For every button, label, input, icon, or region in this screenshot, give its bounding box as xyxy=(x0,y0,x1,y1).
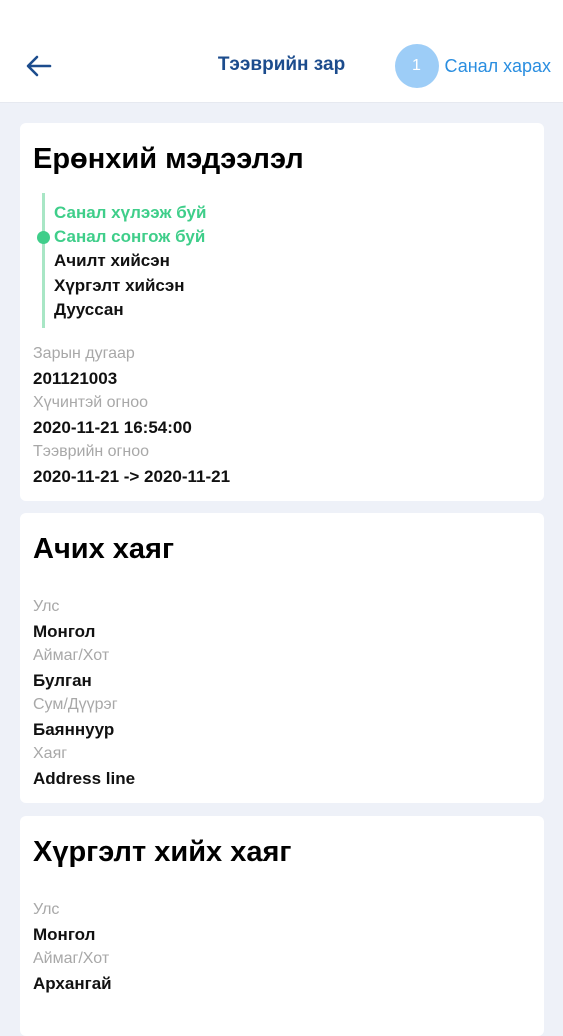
delivery-address-card: Хүргэлт хийх хаяг Улс Монгол Аймаг/Хот А… xyxy=(20,816,544,1036)
transport-date-label: Тээврийн огноо xyxy=(33,443,150,460)
province-value: Булган xyxy=(33,671,92,690)
country-value: Монгол xyxy=(33,925,96,944)
pickup-address-card: Ачих хаяг Улс Монгол Аймаг/Хот Булган Су… xyxy=(20,513,544,803)
address-value: Address line xyxy=(33,769,136,788)
country-value: Монгол xyxy=(33,622,96,641)
ad-number-value: 201121003 xyxy=(33,369,118,388)
view-offers-button[interactable]: 1 Санал харах xyxy=(394,44,552,88)
status-step: Санал сонгож буй xyxy=(54,227,206,246)
general-info-card: Ерөнхий мэдээлэл Санал хүлээж буй Санал … xyxy=(20,123,544,501)
transport-date-value: 2020-11-21 -> 2020-11-21 xyxy=(33,467,231,486)
back-button[interactable] xyxy=(22,50,56,82)
current-status-dot-icon xyxy=(37,231,50,244)
province-value: Архангай xyxy=(33,974,112,993)
valid-date-label: Хүчинтэй огноо xyxy=(33,394,149,411)
district-label: Сум/Дүүрэг xyxy=(33,696,118,713)
district-value: Баяннуур xyxy=(33,720,115,739)
status-timeline: Санал хүлээж буй Санал сонгож буй Ачилт … xyxy=(37,193,442,328)
valid-date-value: 2020-11-21 16:54:00 xyxy=(33,418,192,437)
general-info-title: Ерөнхий мэдээлэл xyxy=(33,143,304,175)
address-label: Хаяг xyxy=(33,745,68,762)
country-label: Улс xyxy=(33,598,60,615)
timeline-line xyxy=(42,193,45,328)
status-step: Дууссан xyxy=(54,300,124,319)
top-app-bar: Тээврийн зар 1 Санал харах xyxy=(0,0,563,103)
status-step: Ачилт хийсэн xyxy=(54,251,170,270)
delivery-address-title: Хүргэлт хийх хаяг xyxy=(33,836,292,868)
offers-count-badge: 1 xyxy=(394,44,439,88)
country-label: Улс xyxy=(33,901,60,918)
arrow-left-icon xyxy=(26,55,52,77)
view-offers-label: Санал харах xyxy=(444,55,552,76)
status-step: Санал хүлээж буй xyxy=(54,203,207,222)
province-label: Аймаг/Хот xyxy=(33,950,110,967)
pickup-address-title: Ачих хаяг xyxy=(33,533,175,565)
status-step: Хүргэлт хийсэн xyxy=(54,276,185,295)
province-label: Аймаг/Хот xyxy=(33,647,110,664)
ad-number-label: Зарын дугаар xyxy=(33,345,135,362)
